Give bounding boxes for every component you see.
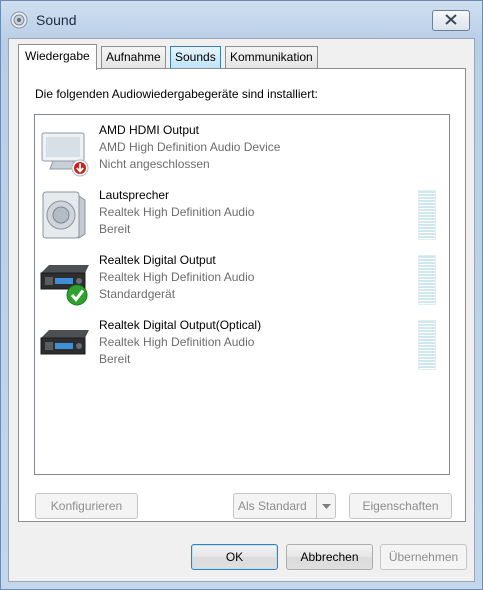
set-default-label: Als Standard bbox=[238, 499, 307, 513]
device-description: Realtek High Definition Audio bbox=[99, 270, 255, 284]
device-name: Realtek Digital Output bbox=[99, 253, 216, 267]
volume-meter bbox=[418, 320, 436, 370]
set-default-split-button[interactable]: Als Standard bbox=[233, 493, 336, 519]
device-item-realtek-digital-output[interactable]: Realtek Digital Output Realtek High Defi… bbox=[35, 249, 449, 311]
digital-output-device-icon bbox=[39, 320, 91, 372]
chevron-down-icon bbox=[321, 494, 331, 518]
ok-button[interactable]: OK bbox=[191, 544, 278, 570]
default-check-icon bbox=[66, 284, 88, 306]
instruction-text: Die folgenden Audiowiedergabegeräte sind… bbox=[35, 87, 318, 101]
device-status: Bereit bbox=[99, 222, 131, 236]
playback-tab-panel: Die folgenden Audiowiedergabegeräte sind… bbox=[18, 68, 466, 522]
device-status: Standardgerät bbox=[99, 287, 176, 301]
volume-meter bbox=[418, 255, 436, 305]
device-description: Realtek High Definition Audio bbox=[99, 335, 255, 349]
device-status: Nicht angeschlossen bbox=[99, 157, 210, 171]
device-item-realtek-digital-output-optical[interactable]: Realtek Digital Output(Optical) Realtek … bbox=[35, 314, 449, 376]
device-name: Realtek Digital Output(Optical) bbox=[99, 318, 262, 332]
device-list[interactable]: AMD HDMI Output AMD High Definition Audi… bbox=[34, 114, 450, 475]
device-status: Bereit bbox=[99, 352, 131, 366]
window-title: Sound bbox=[36, 12, 77, 28]
tab-kommunikation[interactable]: Kommunikation bbox=[225, 46, 318, 68]
dialog-client-area: Wiedergabe Aufnahme Sounds Kommunikation… bbox=[8, 38, 475, 582]
tab-sounds[interactable]: Sounds bbox=[170, 46, 221, 68]
close-icon bbox=[445, 13, 457, 28]
close-button[interactable] bbox=[432, 10, 470, 31]
digital-output-device-icon bbox=[39, 255, 91, 307]
configure-button[interactable]: Konfigurieren bbox=[35, 493, 138, 519]
volume-meter bbox=[418, 190, 436, 240]
device-name: Lautsprecher bbox=[99, 188, 170, 202]
device-item-lautsprecher[interactable]: Lautsprecher Realtek High Definition Aud… bbox=[35, 184, 449, 246]
title-bar[interactable]: Sound bbox=[1, 1, 482, 39]
speaker-app-icon bbox=[10, 11, 28, 29]
device-description: Realtek High Definition Audio bbox=[99, 205, 255, 219]
speaker-icon bbox=[39, 190, 91, 242]
apply-button[interactable]: Übernehmen bbox=[380, 544, 467, 570]
properties-button[interactable]: Eigenschaften bbox=[349, 493, 452, 519]
device-item-amd-hdmi[interactable]: AMD HDMI Output AMD High Definition Audi… bbox=[35, 119, 449, 181]
device-name: AMD HDMI Output bbox=[99, 123, 200, 137]
tab-aufnahme[interactable]: Aufnahme bbox=[101, 46, 166, 68]
sound-dialog: Sound Wiedergabe Aufnahme Sounds Kommuni… bbox=[0, 0, 483, 590]
device-description: AMD High Definition Audio Device bbox=[99, 140, 281, 154]
set-default-dropdown[interactable] bbox=[316, 494, 335, 518]
tab-wiedergabe[interactable]: Wiedergabe bbox=[18, 44, 97, 70]
hdmi-monitor-icon bbox=[39, 125, 91, 177]
cancel-button[interactable]: Abbrechen bbox=[286, 544, 373, 570]
